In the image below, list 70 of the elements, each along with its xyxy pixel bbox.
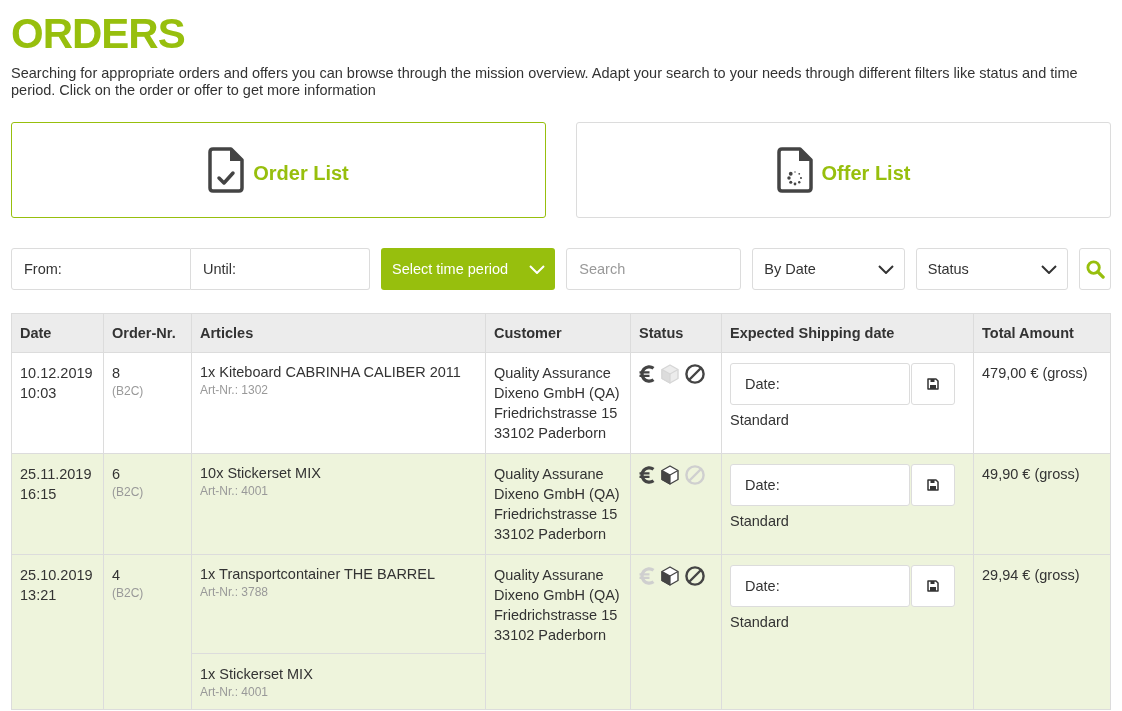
order-type: (B2C)	[112, 585, 144, 601]
column-header: Status	[630, 313, 722, 353]
order-time: 13:21	[20, 586, 57, 605]
date-field[interactable]: Date:	[730, 363, 910, 405]
article-number: Art-Nr.: 3788	[200, 584, 269, 600]
date-field[interactable]: Date:	[730, 565, 910, 607]
column-header: Customer	[485, 313, 631, 353]
shipping-method: Standard	[730, 512, 789, 531]
order-row[interactable]	[11, 554, 1111, 710]
address-line: Quality Assurane	[494, 465, 604, 484]
article-number: Art-Nr.: 4001	[200, 483, 269, 499]
date-field[interactable]: Date:	[730, 464, 910, 506]
article-number: Art-Nr.: 1302	[200, 382, 269, 398]
page-description: Searching for appropriate orders and offers you can browse through the mission overview. Adapt your search to your needs through different filters like status and time period. Click on the order or offer to get more information	[11, 65, 1079, 99]
address-line: Quality Assurane	[494, 566, 604, 585]
address-line: Friedrichstrasse 15	[494, 404, 618, 423]
chevron-down-icon	[877, 264, 894, 274]
order-number: 6	[112, 465, 121, 484]
save-button[interactable]	[911, 363, 955, 405]
article-number: Art-Nr.: 4001	[200, 684, 269, 700]
order-total: 479,00 € (gross)	[982, 364, 1088, 383]
order-time: 10:03	[20, 384, 57, 403]
column-header: Order-Nr.	[103, 313, 192, 353]
page-title: ORDERS	[11, 10, 185, 58]
order-date: 25.11.2019	[20, 465, 92, 484]
document-check-icon	[208, 147, 245, 193]
column-header: Expected Shipping date	[721, 313, 974, 353]
sort-dropdown[interactable]: By Date	[752, 248, 905, 290]
chevron-down-icon	[529, 264, 546, 274]
chevron-down-icon	[1041, 264, 1058, 274]
order-time: 16:15	[20, 485, 57, 504]
address-line: 33102 Paderborn	[494, 424, 607, 443]
order-type: (B2C)	[112, 383, 144, 399]
shipping-method: Standard	[730, 411, 789, 430]
address-line: 33102 Paderborn	[494, 525, 607, 544]
save-icon	[927, 580, 939, 592]
from-date-field[interactable]: From:	[11, 248, 191, 290]
order-number: 4	[112, 566, 121, 585]
order-date: 10.12.2019	[20, 364, 93, 383]
order-row[interactable]: 25.11.2019 16:15 6 (B2C) 10x Stickerset MIX Art-Nr.: 4001 Quality Assurane Dixeno GmbH (QA) Friedrichstrasse 15 33102 Paderborn Date: Standard 49,90 € (gross)	[11, 453, 1111, 555]
address-line: Friedrichstrasse 15	[494, 505, 618, 524]
order-date: 25.10.2019	[20, 566, 93, 585]
order-total: 49,90 € (gross)	[982, 465, 1080, 484]
address-line: Friedrichstrasse 15	[494, 606, 618, 625]
address-line: 33102 Paderborn	[494, 626, 607, 645]
article-name: 1x Stickerset MIX	[200, 665, 313, 684]
column-header: Articles	[191, 313, 486, 353]
order-type: (B2C)	[112, 484, 144, 500]
search-icon	[1085, 259, 1105, 279]
status-dropdown[interactable]: Status	[915, 248, 1069, 290]
address-line: Dixeno GmbH (QA)	[494, 485, 620, 504]
address-line: Dixeno GmbH (QA)	[494, 586, 620, 605]
document-dots-icon	[776, 147, 813, 193]
order-row[interactable]: 10.12.2019 10:03 8 (B2C) 1x Kiteboard CABRINHA CALIBER 2011 Art-Nr.: 1302 Quality Assurance Dixeno GmbH (QA) Friedrichstrasse 15 33102 Paderborn Date: Standard 479,00 € (gross)	[11, 352, 1111, 454]
save-button[interactable]	[911, 565, 955, 607]
search-field[interactable]: Search	[566, 248, 742, 290]
address-line: Quality Assurance	[494, 364, 611, 383]
article-name: 10x Stickerset MIX	[200, 464, 321, 483]
save-button[interactable]	[911, 464, 955, 506]
column-header: Total Amount	[973, 313, 1111, 353]
save-icon	[927, 378, 939, 390]
column-header: Date	[11, 313, 104, 353]
article-name: 1x Kiteboard CABRINHA CALIBER 2011	[200, 363, 461, 382]
save-icon	[927, 479, 939, 491]
address-line: Dixeno GmbH (QA)	[494, 384, 620, 403]
order-number: 8	[112, 364, 121, 383]
until-date-field[interactable]: Until:	[191, 248, 370, 290]
order-total: 29,94 € (gross)	[982, 566, 1080, 585]
shipping-method: Standard	[730, 613, 789, 632]
article-name: 1x Transportcontainer THE BARREL	[200, 565, 436, 584]
